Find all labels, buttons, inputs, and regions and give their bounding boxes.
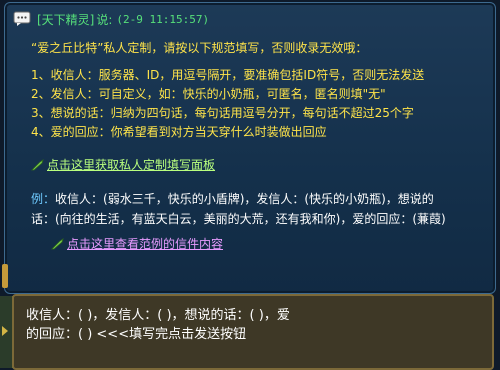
message-body: “爱之丘比特”私人定制，请按以下规范填写，否则收录无效哦： 1、收信人：服务器、… [31, 35, 485, 252]
feather-pen-icon [51, 237, 64, 249]
said-label: 说: [96, 12, 113, 27]
message-header: [天下精灵] 说: (2-9 11:15:57) [13, 9, 209, 29]
template-panel-link[interactable]: 点击这里获取私人定制填写面板 [47, 156, 215, 173]
example-letter-link[interactable]: 点击这里查看范例的信件内容 [67, 235, 223, 252]
example-line: 收信人：(弱水三千，快乐的小盾牌)，发信人：(快乐的小奶瓶)，想说的 [55, 192, 434, 206]
chat-bubble-icon [13, 11, 31, 26]
rule-item: 3、想说的话：归纳为四句话，每句话用逗号分开，每句话不超过25个字 [31, 106, 414, 120]
feather-pen-icon [31, 158, 44, 170]
intro-text: “爱之丘比特”私人定制，请按以下规范填写，否则收录无效哦： [31, 41, 368, 55]
rule-item: 1、收信人：服务器、ID，用逗号隔开，要准确包括ID符号，否则无法发送 [31, 68, 425, 82]
example-link-row: 点击这里查看范例的信件内容 [31, 235, 485, 252]
chat-input-box[interactable]: 收信人：( )，发信人：( )，想说的话：( )，爱 的回应：( ) <<<填写… [12, 294, 494, 370]
rules-list: 1、收信人：服务器、ID，用逗号隔开，要准确包括ID符号，否则无法发送 2、发信… [31, 66, 485, 142]
timestamp: (2-9 11:15:57) [116, 12, 210, 26]
rule-item: 4、爱的回应：你希望看到对方当天穿什么时装做出回应 [31, 125, 327, 139]
expand-arrow-icon[interactable] [2, 326, 8, 336]
input-text[interactable]: 收信人：( )，发信人：( )，想说的话：( )，爱 的回应：( ) <<<填写… [26, 306, 482, 344]
example-block: 例：收信人：(弱水三千，快乐的小盾牌)，发信人：(快乐的小奶瓶)，想说的 话：(… [31, 189, 485, 229]
rule-item: 2、发信人：可自定义，如：快乐的小奶瓶，可匿名，匿名则填"无" [31, 87, 386, 101]
example-line: 话：(向往的生活，有蓝天白云，美丽的大荒，还有我和你)，爱的回应：(蒹葭) [31, 212, 446, 226]
input-line: 的回应：( ) <<<填写完点击发送按钮 [26, 327, 247, 342]
example-prefix: 例： [31, 192, 56, 206]
template-link-row: 点击这里获取私人定制填写面板 [31, 156, 485, 173]
input-line: 收信人：( )，发信人：( )，想说的话：( )，爱 [26, 308, 290, 323]
chat-panel: [天下精灵] 说: (2-9 11:15:57) “爱之丘比特”私人定制，请按以… [4, 2, 496, 294]
sender-tag[interactable]: [天下精灵] [37, 11, 94, 28]
chat-scrollbar[interactable] [2, 264, 8, 288]
